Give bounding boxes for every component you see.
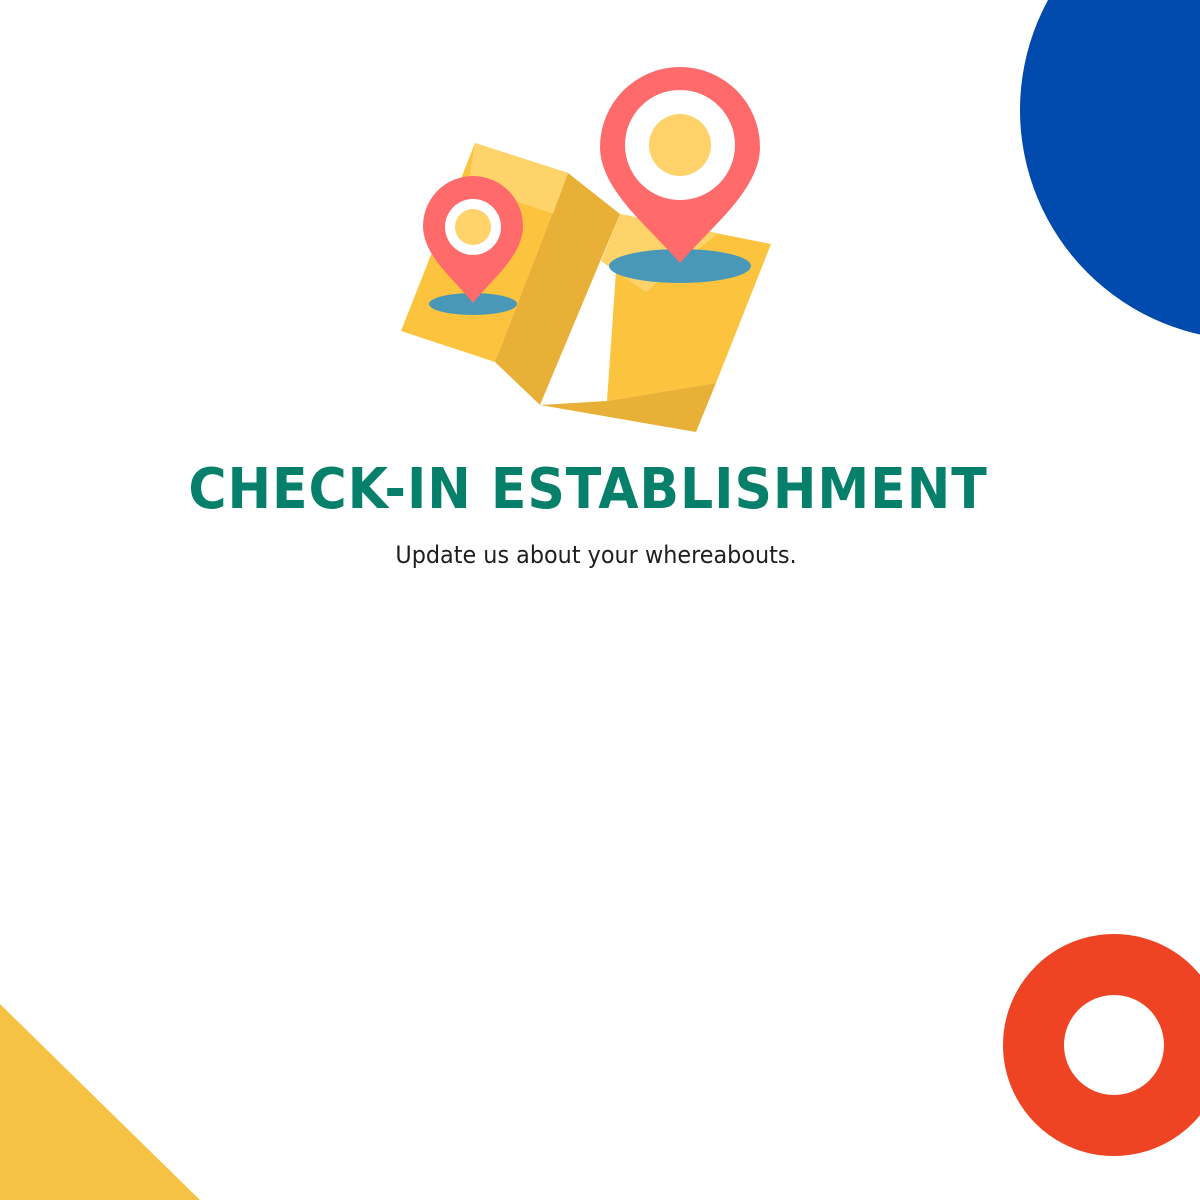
map-pins-icon xyxy=(401,67,771,432)
page-title: CHECK-IN ESTABLISHMENT xyxy=(188,457,988,522)
page-subtitle: Update us about your whereabouts. xyxy=(395,541,797,569)
yellow-triangle-decoration xyxy=(0,1004,200,1200)
check-in-page: CHECK-IN ESTABLISHMENT Update us about y… xyxy=(0,0,1200,1200)
red-ring-decoration xyxy=(1003,934,1200,1156)
blue-circle-decoration xyxy=(1020,0,1200,340)
